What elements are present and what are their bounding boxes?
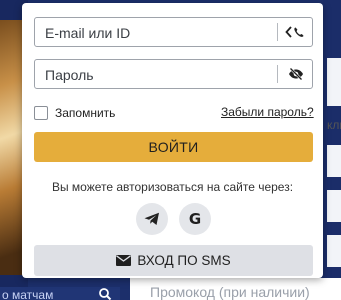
remember-checkbox[interactable]: [34, 106, 48, 120]
promo-code-input[interactable]: Промокод (при наличии): [130, 278, 341, 300]
field-divider: [277, 65, 278, 83]
show-password-button[interactable]: [282, 63, 310, 85]
remember-label: Запомнить: [55, 106, 116, 120]
match-search-bar[interactable]: о матчам: [0, 287, 120, 300]
login-popup: Запомнить Забыли пароль? ВОЙТИ Вы можете…: [22, 3, 323, 278]
background-field: [327, 190, 341, 222]
envelope-icon: [116, 255, 132, 266]
phone-icon: [285, 26, 304, 38]
match-search-placeholder: о матчам: [2, 288, 54, 300]
email-field[interactable]: [34, 17, 313, 48]
eye-slash-icon: [289, 67, 303, 81]
google-login-button[interactable]: G: [179, 203, 211, 235]
login-button[interactable]: ВОЙТИ: [34, 132, 313, 162]
email-input[interactable]: [35, 18, 285, 48]
password-field[interactable]: [34, 59, 313, 90]
sms-login-button[interactable]: ВХОД ПО SMS: [34, 245, 313, 276]
password-input[interactable]: [35, 60, 285, 90]
telegram-icon: [144, 212, 159, 225]
telegram-login-button[interactable]: [136, 203, 168, 235]
remember-me[interactable]: Запомнить: [34, 104, 115, 122]
google-icon: G: [188, 210, 202, 228]
background-label: кли: [327, 118, 341, 132]
background-field: [327, 145, 341, 177]
phone-toggle-button[interactable]: [282, 21, 310, 43]
field-divider: [277, 23, 278, 41]
forgot-password-link[interactable]: Забыли пароль?: [221, 105, 314, 119]
sms-login-label: ВХОД ПО SMS: [137, 253, 231, 268]
search-icon[interactable]: [98, 287, 112, 300]
background-field: [327, 58, 341, 106]
background-field: [327, 235, 341, 267]
social-login-prompt: Вы можете авторизоваться на сайте через:: [51, 180, 294, 194]
